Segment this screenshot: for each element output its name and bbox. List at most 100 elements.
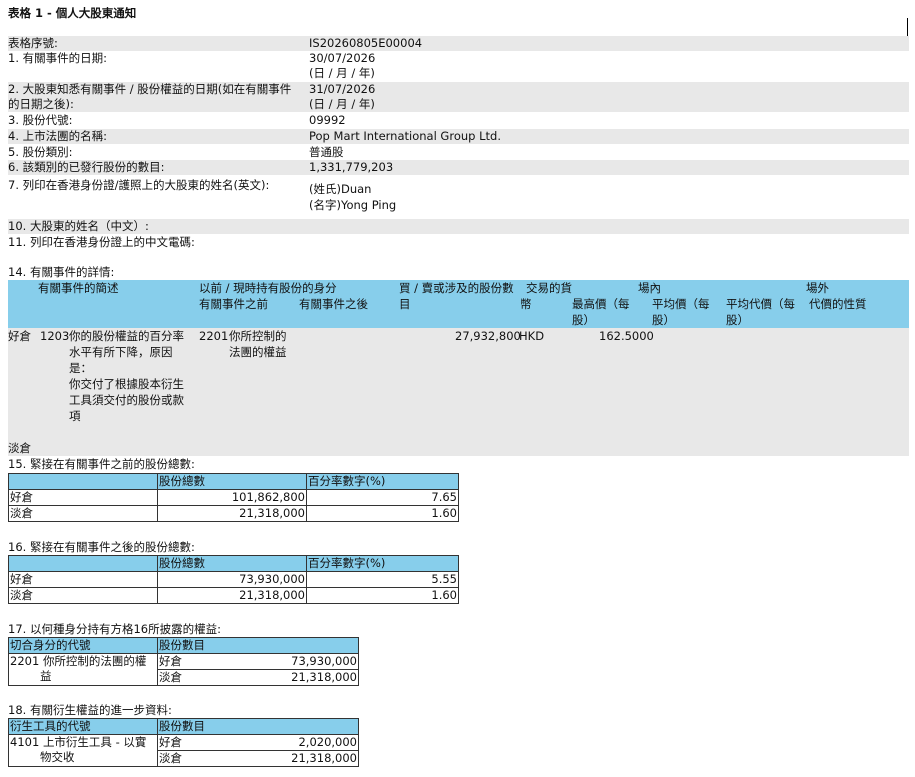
col-off-exchange: 場外 [806,281,829,295]
row-event-desc-5: 工具須交付的股份或款 [69,393,184,407]
col-event-desc: 有關事件的簡述 [38,281,119,295]
field-label-issued-shares: 6. 該類別的已發行股份的數目: [8,160,165,174]
row-position-short: 淡倉 [8,441,31,455]
section-18-heading: 18. 有關衍生權益的進一步資料: [8,703,172,717]
row-pct: 5.55 [306,571,459,588]
col-currency: 交易的貨 [526,281,572,295]
field-value-surname: (姓氏)Duan [309,182,372,196]
col-capacity: 以前 / 現時持有股份的身分 [199,281,337,295]
section-15-table: 股份總數 百分率數字(%) 好倉 101,862,800 7.65 淡倉 21,… [8,473,459,522]
table-row: 淡倉 21,318,000 1.60 [8,505,459,522]
row-label: 好倉 [8,489,158,506]
date-format-note: (日 / 月 / 年) [309,97,375,111]
col-share-count: 股份數目 [157,637,359,654]
table-row: 好倉 101,862,800 7.65 [8,489,459,506]
field-label-english-name: 7. 列印在香港身份證/護照上的大股東的姓名(英文): [8,178,270,192]
col-total-shares: 股份總數 [157,473,307,490]
row-label: 好倉 [157,653,200,670]
row-high-price: 162.5000 [599,329,654,343]
field-value-event-date: 30/07/2026 [309,51,376,65]
col-avg-consideration-2: 股） [726,313,749,327]
field-band [8,36,909,51]
field-value-aware-date: 31/07/2026 [309,82,376,96]
field-label-issuer-name: 4. 上市法團的名稱: [8,129,108,143]
section-15-heading: 15. 緊接在有關事件之前的股份總數: [8,457,195,471]
field-value-stock-code: 09992 [309,113,346,127]
field-label-stock-code: 3. 股份代號: [8,113,73,127]
derivative-desc: 上市衍生工具 - 以實 [42,735,147,749]
row-label: 好倉 [157,734,200,751]
table-row: 4101 上市衍生工具 - 以實 物交收 好倉 2,020,000 [8,734,359,767]
col-avg-consideration: 平均代價（每 [726,297,795,311]
col-capacity-code: 切合身分的代號 [8,637,158,654]
capacity-desc-2: 益 [40,669,52,683]
col-high-price: 最高價（每 [572,297,630,311]
field-value-form-serial: IS20260805E00004 [309,36,423,50]
capacity-code: 2201 [10,654,40,668]
col-percentage: 百分率數字(%) [306,473,459,490]
col-on-exchange: 場內 [638,281,661,295]
field-label-event-date: 1. 有關事件的日期: [8,51,108,65]
row-event-desc-4: 你交付了根據股本衍生 [69,377,184,391]
row-event-desc-1: 你的股份權益的百分率 [69,329,184,343]
col-high-price-2: 股） [572,313,595,327]
row-event-code: 1203 [40,329,70,343]
row-pct: 7.65 [306,489,459,506]
col-shares-2: 目 [399,297,411,311]
row-label: 淡倉 [8,505,158,522]
row-event-desc-2: 水平有所下降，原因 [69,345,173,359]
col-after: 有關事件之後 [299,297,368,311]
col-shares: 買 / 賣或涉及的股份數 [399,281,514,295]
col-before: 有關事件之前 [199,297,268,311]
row-shares: 2,020,000 [200,734,359,751]
field-value-given-name: (名字)Yong Ping [309,198,397,212]
field-label-form-serial: 表格序號: [8,36,58,50]
col-avg-price: 平均價（每 [652,297,710,311]
row-shares: 21,318,000 [200,669,359,686]
row-shares: 73,930,000 [157,571,307,588]
capacity-cell: 2201 你所控制的法團的權 益 [8,653,158,686]
row-label: 淡倉 [8,587,158,604]
field-value-share-class: 普通股 [309,145,344,159]
row-pct: 1.60 [306,587,459,604]
section-16-table: 股份總數 百分率數字(%) 好倉 73,930,000 5.55 淡倉 21,3… [8,555,459,604]
table-row: 好倉 73,930,000 5.55 [8,571,459,588]
row-pct: 1.60 [306,505,459,522]
table-row: 2201 你所控制的法團的權 益 好倉 73,930,000 [8,653,359,686]
field-label-chinese-code: 11. 列印在香港身份證上的中文電碼: [8,235,195,249]
derivative-desc-2: 物交收 [40,750,75,764]
row-shares: 73,930,000 [200,653,359,670]
row-capacity-code: 2201 [199,329,229,343]
field-value-issued-shares: 1,331,779,203 [309,160,394,174]
section-18-table: 衍生工具的代號 股份數目 4101 上市衍生工具 - 以實 物交收 好倉 2,0… [8,718,359,767]
field-label-chinese-name: 10. 大股東的姓名（中文）: [8,219,149,233]
row-position-long: 好倉 [8,329,31,343]
date-format-note: (日 / 月 / 年) [309,66,375,80]
col-consideration-nature: 代價的性質 [809,297,867,311]
field-label-share-class: 5. 股份類別: [8,145,73,159]
row-event-desc-6: 項 [69,409,81,423]
text-cursor [907,18,908,38]
row-currency: HKD [519,329,545,343]
row-capacity-desc-1: 你所控制的 [229,329,287,343]
section-14-heading: 14. 有關事件的詳情: [8,265,115,279]
field-value-issuer-name: Pop Mart International Group Ltd. [309,129,501,143]
field-label-aware-date: 2. 大股東知悉有關事件 / 股份權益的日期(如在有關事件 [8,82,292,96]
table-corner [8,555,158,572]
row-event-desc-3: 是： [69,361,92,375]
table-row: 淡倉 21,318,000 1.60 [8,587,459,604]
derivative-code: 4101 [10,735,40,749]
row-capacity-desc-2: 法團的權益 [229,345,287,359]
section-17-heading: 17. 以何種身分持有方格16所披露的權益: [8,622,221,636]
field-label-aware-date-2: 的日期之後): [8,97,74,111]
row-shares: 101,862,800 [157,489,307,506]
section-17-table: 切合身分的代號 股份數目 2201 你所控制的法團的權 益 好倉 73,930,… [8,637,359,686]
col-avg-price-2: 股） [652,313,675,327]
row-shares: 21,318,000 [157,587,307,604]
row-shares: 21,318,000 [157,505,307,522]
row-label: 淡倉 [157,669,200,686]
col-currency-2: 幣 [520,297,532,311]
derivative-cell: 4101 上市衍生工具 - 以實 物交收 [8,734,158,767]
capacity-desc: 你所控制的法團的權 [42,654,147,668]
row-shares: 27,932,800 [455,329,521,343]
